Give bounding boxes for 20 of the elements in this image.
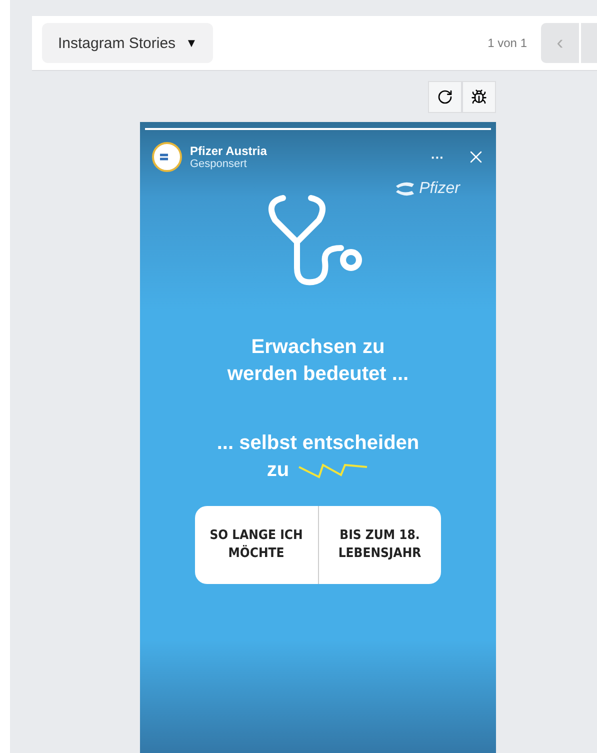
headline-text: werden bedeutet ... (227, 362, 409, 387)
poll-option[interactable]: SO LANGE ICH MÖCHTE (195, 506, 318, 584)
refresh-icon (437, 89, 453, 105)
sponsored-label: Gesponsert (190, 158, 248, 170)
format-select[interactable]: Instagram Stories ▼ (42, 23, 214, 63)
logo-icon (394, 180, 416, 198)
poll-option[interactable]: BIS ZUM 18. LEBENSJAHR (318, 506, 441, 584)
squiggle-icon (297, 460, 370, 480)
subline-text: zu (266, 458, 290, 483)
page-count: 1 von 1 (488, 36, 527, 50)
refresh-button[interactable] (428, 81, 462, 113)
account-name: Pfizer Austria (190, 144, 267, 158)
headline-text: Erwachsen zu (250, 335, 386, 360)
logo-text: Pfizer (419, 180, 460, 198)
avatar-icon (152, 142, 182, 172)
caret-icon: ▼ (186, 36, 198, 50)
subline-text: ... selbst entscheiden (216, 431, 420, 456)
bug-icon (471, 89, 487, 105)
more-button[interactable]: ··· (431, 150, 444, 164)
bug-button[interactable] (462, 81, 496, 113)
